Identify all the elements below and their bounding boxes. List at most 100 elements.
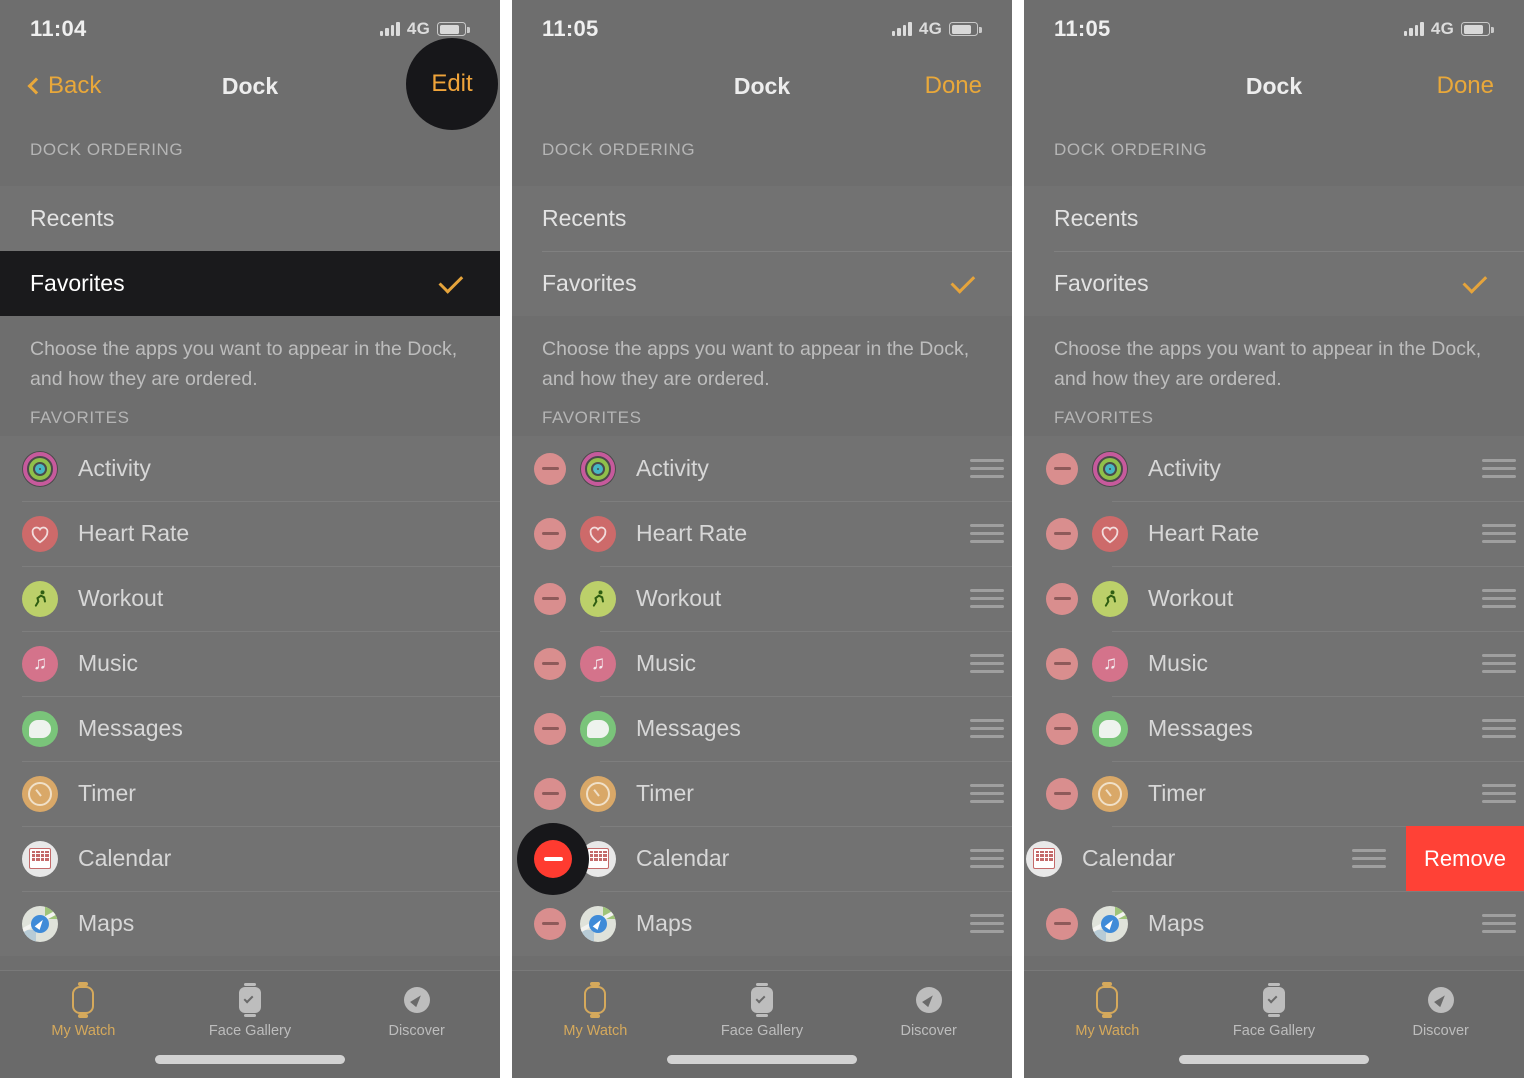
- reorder-handle-icon[interactable]: [970, 524, 1004, 543]
- ordering-row-recents[interactable]: Recents: [0, 186, 500, 251]
- list-item[interactable]: Activity: [0, 436, 500, 501]
- list-item[interactable]: Messages: [512, 696, 1012, 761]
- list-item[interactable]: Workout: [1024, 566, 1524, 631]
- reorder-handle-icon[interactable]: [1482, 654, 1516, 673]
- remove-minus-button[interactable]: [534, 582, 566, 615]
- list-item[interactable]: Heart Rate: [0, 501, 500, 566]
- remove-minus-button[interactable]: [534, 452, 566, 485]
- remove-minus-button[interactable]: [1046, 777, 1078, 810]
- edit-button-label: Edit: [431, 70, 473, 97]
- ordering-row-favorites[interactable]: Favorites: [0, 251, 500, 316]
- ordering-row-favorites[interactable]: Favorites: [1024, 251, 1524, 316]
- tab-face-gallery[interactable]: Face Gallery: [1191, 983, 1358, 1039]
- app-label: Timer: [78, 780, 136, 806]
- list-item[interactable]: Heart Rate: [1024, 501, 1524, 566]
- list-item[interactable]: ♫ Music: [1024, 631, 1524, 696]
- remove-minus-button[interactable]: [1046, 452, 1078, 485]
- reorder-handle-icon[interactable]: [1482, 589, 1516, 608]
- ordering-row-recents[interactable]: Recents: [1024, 186, 1524, 251]
- done-button[interactable]: Done: [925, 72, 982, 100]
- list-item[interactable]: ♫ Music: [512, 631, 1012, 696]
- list-item[interactable]: Maps: [512, 891, 1012, 956]
- list-item[interactable]: Messages: [0, 696, 500, 761]
- back-button[interactable]: Back: [27, 72, 101, 100]
- list-item[interactable]: Timer: [512, 761, 1012, 826]
- reorder-handle-icon[interactable]: [1352, 849, 1386, 868]
- three-panel-screenshot: 11:04 4G Back Dock Edit Edit DOCK ORDERI…: [0, 0, 1524, 1078]
- reorder-handle-icon[interactable]: [1482, 784, 1516, 803]
- dock-description: Choose the apps you want to appear in th…: [1054, 338, 1482, 390]
- reorder-handle-icon[interactable]: [1482, 914, 1516, 933]
- tab-face-gallery[interactable]: Face Gallery: [167, 983, 334, 1039]
- remove-minus-button[interactable]: [534, 777, 566, 810]
- reorder-handle-icon[interactable]: [1482, 719, 1516, 738]
- tab-discover[interactable]: Discover: [845, 983, 1012, 1039]
- tab-label: My Watch: [563, 1023, 628, 1039]
- done-button[interactable]: Done: [1437, 72, 1494, 100]
- remove-minus-button[interactable]: [534, 712, 566, 745]
- app-label: Messages: [78, 715, 183, 741]
- remove-minus-button[interactable]: [534, 907, 566, 940]
- app-label: Messages: [636, 715, 741, 741]
- remove-minus-button[interactable]: [534, 647, 566, 680]
- ordering-row-favorites[interactable]: Favorites: [512, 251, 1012, 316]
- remove-minus-button[interactable]: [1046, 712, 1078, 745]
- tab-label: Discover: [1412, 1023, 1469, 1039]
- reorder-handle-icon[interactable]: [1482, 524, 1516, 543]
- dock-ordering-group: Recents Favorites: [1024, 186, 1524, 316]
- reorder-handle-icon[interactable]: [1482, 459, 1516, 478]
- reorder-handle-icon[interactable]: [970, 784, 1004, 803]
- tab-discover[interactable]: Discover: [1357, 983, 1524, 1039]
- list-item[interactable]: Maps: [0, 891, 500, 956]
- remove-minus-button[interactable]: [1046, 907, 1078, 940]
- reorder-handle-icon[interactable]: [970, 654, 1004, 673]
- messages-icon: [22, 710, 58, 747]
- list-item[interactable]: Messages: [1024, 696, 1524, 761]
- compass-icon: [1424, 983, 1458, 1017]
- watch-face-icon: [233, 983, 267, 1017]
- list-item[interactable]: Timer: [1024, 761, 1524, 826]
- remove-button[interactable]: Remove: [1406, 826, 1524, 891]
- list-item[interactable]: Calendar: [512, 823, 1012, 895]
- app-label: Maps: [1148, 910, 1205, 936]
- tab-my-watch[interactable]: My Watch: [1024, 982, 1191, 1039]
- list-item[interactable]: Timer: [0, 761, 500, 826]
- list-item[interactable]: Calendar: [0, 826, 500, 891]
- list-item[interactable]: Activity: [1024, 436, 1524, 501]
- reorder-handle-icon[interactable]: [970, 459, 1004, 478]
- dock-ordering-group: Recents Favorites: [512, 186, 1012, 316]
- home-indicator[interactable]: [155, 1055, 345, 1064]
- edit-button-spotlight[interactable]: Edit: [406, 38, 498, 130]
- tab-face-gallery[interactable]: Face Gallery: [679, 983, 846, 1039]
- list-item[interactable]: ♫ Music: [0, 631, 500, 696]
- list-item[interactable]: Workout: [0, 566, 500, 631]
- tab-my-watch[interactable]: My Watch: [0, 982, 167, 1039]
- app-label: Music: [78, 650, 139, 676]
- favorites-list: Activity Heart Rate Workout ♫ Music Mess…: [512, 436, 1012, 956]
- reorder-handle-icon[interactable]: [970, 849, 1004, 868]
- reorder-handle-icon[interactable]: [970, 914, 1004, 933]
- list-item[interactable]: Activity: [512, 436, 1012, 501]
- workout-icon: [580, 580, 616, 617]
- list-item[interactable]: Workout: [512, 566, 1012, 631]
- reorder-handle-icon[interactable]: [970, 719, 1004, 738]
- remove-minus-button[interactable]: [534, 517, 566, 550]
- remove-minus-button[interactable]: [1046, 582, 1078, 615]
- checkmark-icon: [1462, 269, 1488, 294]
- list-item-swiped[interactable]: Calendar Remove: [1024, 826, 1524, 891]
- home-indicator[interactable]: [1179, 1055, 1369, 1064]
- status-time: 11:05: [542, 16, 599, 41]
- compass-icon: [912, 983, 946, 1017]
- network-type-label: 4G: [918, 19, 942, 38]
- reorder-handle-icon[interactable]: [970, 589, 1004, 608]
- home-indicator[interactable]: [667, 1055, 857, 1064]
- ordering-label: Favorites: [542, 270, 637, 296]
- list-item[interactable]: Maps: [1024, 891, 1524, 956]
- tab-my-watch[interactable]: My Watch: [512, 982, 679, 1039]
- remove-minus-button[interactable]: [1046, 647, 1078, 680]
- remove-minus-button-spotlight[interactable]: [517, 823, 589, 895]
- ordering-row-recents[interactable]: Recents: [512, 186, 1012, 251]
- tab-discover[interactable]: Discover: [333, 983, 500, 1039]
- list-item[interactable]: Heart Rate: [512, 501, 1012, 566]
- remove-minus-button[interactable]: [1046, 517, 1078, 550]
